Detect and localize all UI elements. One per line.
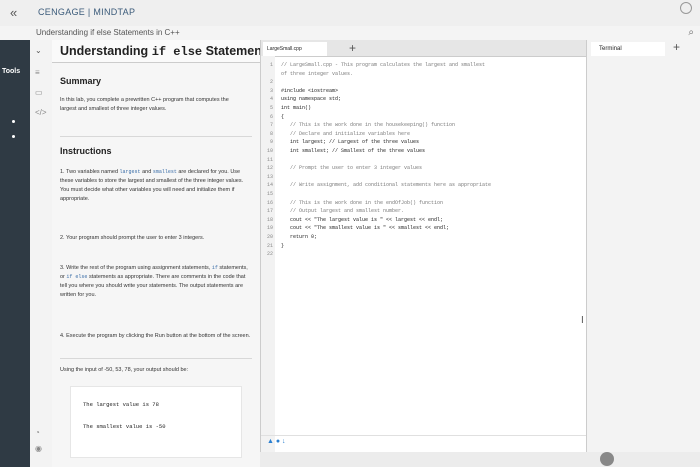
line-number: 2: [269, 79, 273, 86]
code-line[interactable]: // Prompt the user to enter 3 integer va…: [281, 165, 422, 171]
code-line[interactable]: // This is the work done in the housekee…: [281, 122, 455, 128]
code-line[interactable]: cout << "The largest value is " << large…: [281, 217, 443, 223]
line-number: 18: [266, 216, 273, 223]
tool-dot-1[interactable]: [12, 120, 15, 123]
page-title: Understanding if else Statements: [60, 44, 273, 59]
line-number: 11: [266, 156, 273, 163]
summary-text: In this lab, you complete a prewritten C…: [60, 97, 229, 112]
line-number: 3: [269, 87, 273, 94]
line-number: 20: [266, 234, 273, 240]
editor-toolbar-icons[interactable]: ▲ ● ↓: [267, 438, 286, 445]
tab-largesmall-cpp[interactable]: LargeSmall.cpp: [263, 42, 327, 56]
line-number: 15: [266, 191, 273, 197]
line-number: 14: [266, 182, 273, 189]
code-line[interactable]: return 0;: [281, 234, 317, 240]
line-number: 22: [266, 251, 273, 258]
code-line[interactable]: // This is the work done in the endOfJob…: [281, 200, 443, 206]
code-editor: LargeSmall.cpp + 1 2 3 4 5 6 7 8 9 10 11 12 13 14 15 16…: [260, 40, 587, 467]
text-cursor-icon: I: [581, 315, 584, 326]
code-line[interactable]: {: [281, 114, 284, 120]
panel-icon-strip: ≡ ▭ </> ◔ ◉: [30, 40, 53, 467]
back-icon[interactable]: «: [10, 5, 17, 20]
editor-bottom-divider: [261, 435, 587, 436]
code-line[interactable]: of three integer values.: [281, 71, 353, 77]
breadcrumb[interactable]: Understanding if else Statements in C++: [36, 28, 180, 37]
instructions-panel: ⌄ Understanding if else Statements Summa…: [35, 40, 273, 467]
line-number: 21: [266, 242, 273, 249]
code-line[interactable]: // Output largest and smallest number.: [281, 208, 404, 214]
line-number: 1: [269, 62, 273, 68]
code-line[interactable]: int smallest; // Smallest of the three v…: [281, 148, 425, 154]
instructions-header: ⌄ Understanding if else Statements: [35, 40, 273, 63]
line-number: 13: [266, 173, 273, 180]
browser-topbar: « CENGAGE | MINDTAP: [0, 0, 700, 27]
code-line[interactable]: }: [281, 243, 284, 249]
line-number: 7: [269, 122, 273, 129]
editor-tabs: LargeSmall.cpp +: [261, 40, 587, 57]
step-1: 1. Two variables named largest and small…: [60, 169, 244, 202]
taskbar: [260, 452, 700, 467]
line-number: 16: [266, 199, 273, 206]
code-line[interactable]: cout << "The smallest value is " << smal…: [281, 225, 449, 231]
help-icon[interactable]: ◉: [35, 444, 42, 453]
step-3: 3. Write the rest of the program using a…: [60, 265, 248, 298]
tool-dot-2[interactable]: [12, 135, 15, 138]
code-line[interactable]: #include <iostream>: [281, 88, 338, 94]
divider: [60, 136, 252, 137]
example-output-line: The smallest value is -50: [83, 423, 166, 430]
search-icon[interactable]: ⌕: [688, 27, 694, 38]
line-number: 12: [266, 165, 273, 172]
tab-terminal[interactable]: Terminal: [591, 42, 665, 56]
menu-icon[interactable]: [680, 2, 692, 14]
terminal-panel: Terminal +: [586, 40, 700, 467]
chevron-down-icon[interactable]: ⌄: [35, 46, 42, 55]
line-number: 5: [269, 105, 273, 111]
example-output-line: The largest value is 78: [83, 401, 159, 408]
line-number: 19: [266, 225, 273, 232]
line-number: 9: [269, 139, 273, 146]
example-intro: Using the input of -50, 53, 78, your out…: [60, 367, 189, 373]
bulb-icon[interactable]: ◔: [35, 428, 40, 437]
code-line[interactable]: // LargeSmall.cpp - This program calcula…: [281, 62, 485, 68]
line-number: 8: [269, 130, 273, 137]
line-number: 10: [266, 148, 273, 154]
code-icon[interactable]: </>: [35, 108, 47, 117]
add-tab-button[interactable]: +: [349, 41, 356, 55]
tools-label: Tools: [2, 68, 21, 75]
line-number: 17: [266, 208, 273, 215]
line-number-gutter: 1 2 3 4 5 6 7 8 9 10 11 12 13 14 15 16 17 18 19 20 21 22: [261, 56, 275, 467]
line-number: 6: [269, 113, 273, 120]
breadcrumb-bar: Understanding if else Statements in C++ …: [0, 26, 700, 40]
summary-heading: Summary: [60, 76, 102, 86]
example-output-box: The largest value is 78 The smallest val…: [70, 386, 242, 458]
os-logo-icon: [600, 452, 614, 466]
code-line[interactable]: // Write assignment, add conditional sta…: [281, 182, 491, 188]
brand-logo: CENGAGE | MINDTAP: [38, 7, 136, 17]
step-4: 4. Execute the program by clicking the R…: [60, 333, 251, 339]
list-icon[interactable]: ≡: [35, 68, 40, 77]
code-line[interactable]: int main(): [281, 105, 311, 111]
tools-sidebar: Tools: [0, 40, 30, 467]
book-icon[interactable]: ▭: [35, 88, 43, 97]
code-line[interactable]: int largest; // Largest of the three val…: [281, 139, 419, 145]
instructions-heading: Instructions: [60, 146, 112, 156]
step-2: 2. Your program should prompt the user t…: [60, 235, 205, 241]
divider: [60, 358, 252, 359]
line-number: 4: [269, 96, 273, 103]
code-line[interactable]: // Declare and initialize variables here: [281, 131, 410, 137]
add-terminal-button[interactable]: +: [673, 40, 680, 54]
code-line[interactable]: using namespace std;: [281, 96, 341, 102]
